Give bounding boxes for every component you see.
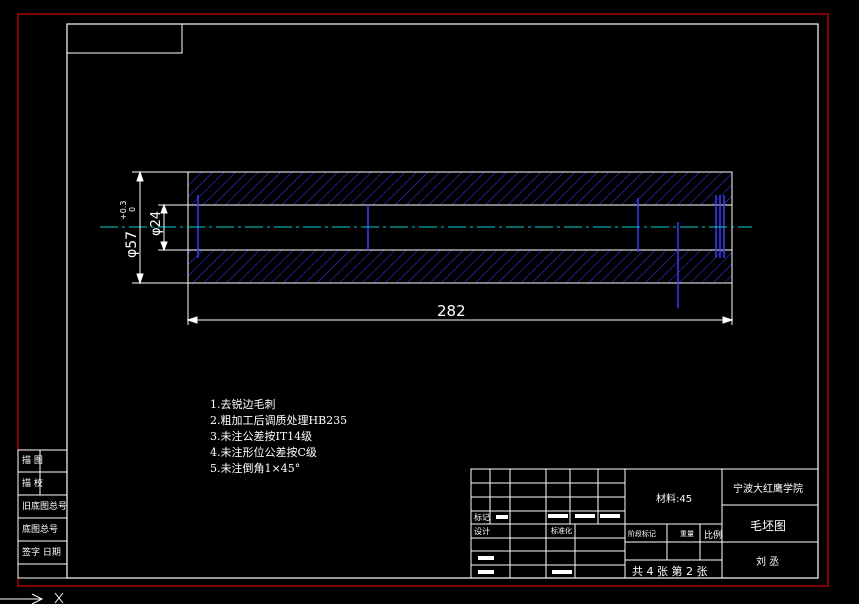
tech-note-4: 4.未注形位公差按C级 xyxy=(210,446,317,459)
tube-wall-bottom xyxy=(187,249,733,284)
mark-label: 标记 xyxy=(474,513,490,522)
tech-note-5: 5.未注倒角1×45° xyxy=(210,462,301,475)
drawing-name: 毛坯图 xyxy=(750,519,787,533)
tube-wall-top xyxy=(187,171,733,206)
tech-note-3: 3.未注公差按IT14级 xyxy=(210,430,313,443)
ucs-arrow-icon xyxy=(0,592,64,604)
tube-section xyxy=(187,171,733,308)
side-row-2: 描 校 xyxy=(22,479,43,489)
outer-red-frame xyxy=(17,13,829,587)
design-label: 设计 xyxy=(474,527,490,536)
school-name: 宁波大红鹰学院 xyxy=(733,484,803,495)
inner-drawing-frame xyxy=(66,23,819,579)
stage-label: 阶段标记 xyxy=(628,530,656,538)
weight-label: 重量 xyxy=(680,530,694,538)
side-row-1: 描 图 xyxy=(22,456,43,466)
side-row-4: 底图总号 xyxy=(22,525,59,535)
material-label: 材料:45 xyxy=(656,494,693,505)
cad-drawing-canvas: φ57 +0.3 0 φ24 282 xyxy=(0,13,829,604)
drawer-name: 刘 丞 xyxy=(756,557,780,568)
side-table xyxy=(17,449,68,579)
side-row-5: 签字 日期 xyxy=(22,548,61,558)
length-label: 282 xyxy=(437,302,466,320)
top-left-code-box xyxy=(66,23,183,54)
side-row-3: 旧底图总号 xyxy=(22,502,68,512)
tech-note-2: 2.粗加工后调质处理HB235 xyxy=(210,414,348,427)
outer-tol-lower: 0 xyxy=(128,207,137,212)
outer-tol-upper: +0.3 xyxy=(119,201,128,220)
standardize-label: 标准化 xyxy=(551,527,572,535)
scale-label: 比例 xyxy=(704,531,723,541)
outer-diameter-label: φ57 xyxy=(124,231,140,258)
inner-diameter-label: φ24 xyxy=(149,211,164,236)
sheet-info: 共 4 张 第 2 张 xyxy=(632,565,708,578)
tech-note-1: 1.去锐边毛刺 xyxy=(210,398,276,411)
